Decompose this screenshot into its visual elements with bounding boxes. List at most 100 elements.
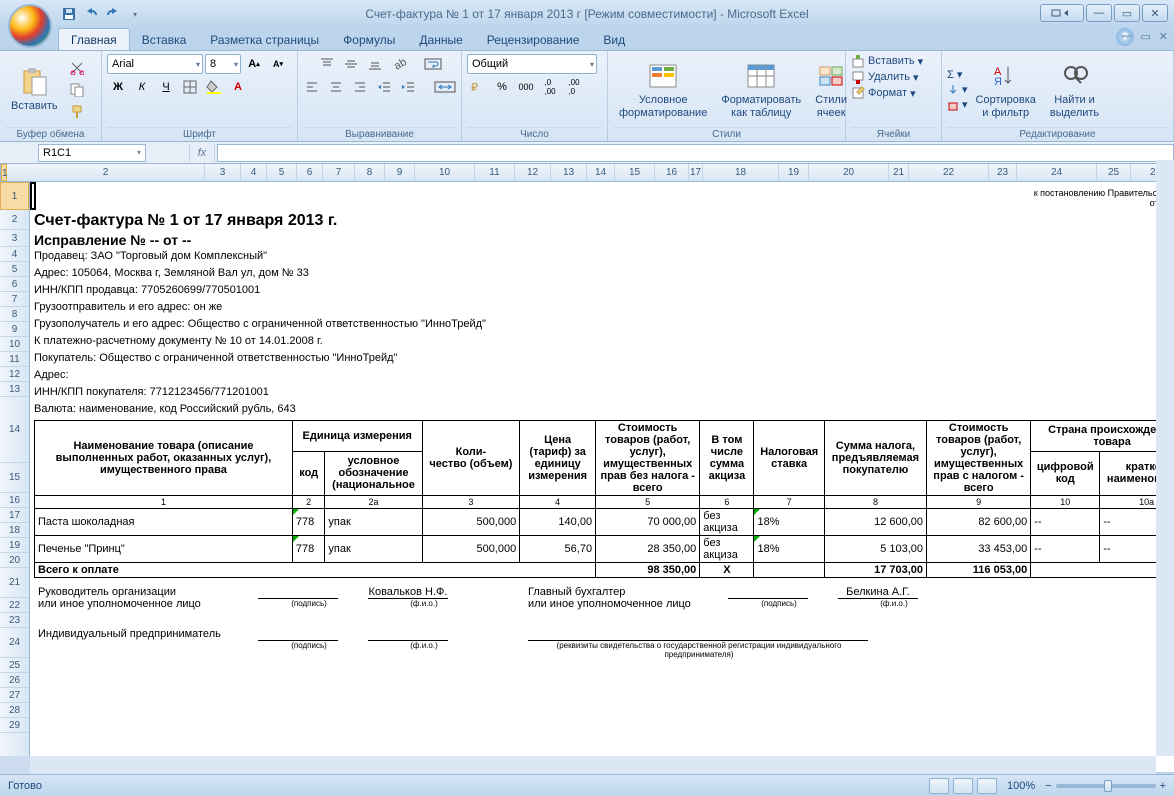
- col-header[interactable]: 25: [1097, 164, 1131, 181]
- font-color-icon[interactable]: A: [227, 77, 249, 97]
- bold-icon[interactable]: Ж: [107, 77, 129, 97]
- qat-dropdown-icon[interactable]: ▾: [126, 5, 144, 23]
- row-header[interactable]: 15: [0, 463, 29, 493]
- number-format-select[interactable]: Общий: [467, 54, 597, 74]
- row-header[interactable]: 19: [0, 538, 29, 553]
- col-header[interactable]: 13: [551, 164, 587, 181]
- format-painter-icon[interactable]: [66, 102, 88, 122]
- find-select-button[interactable]: Найти и выделить: [1044, 58, 1105, 120]
- align-right-icon[interactable]: [349, 77, 371, 97]
- conditional-format-button[interactable]: Условное форматирование: [613, 58, 713, 120]
- underline-icon[interactable]: Ч: [155, 77, 177, 97]
- tab-pagelayout[interactable]: Разметка страницы: [198, 29, 331, 50]
- zoom-out-button[interactable]: −: [1045, 780, 1051, 792]
- col-header[interactable]: 11: [475, 164, 515, 181]
- row-header[interactable]: 14: [0, 397, 29, 463]
- page-layout-view-button[interactable]: [953, 778, 973, 794]
- col-header[interactable]: 19: [779, 164, 809, 181]
- grow-font-icon[interactable]: A▴: [243, 54, 265, 74]
- row-header[interactable]: 12: [0, 367, 29, 382]
- indent-dec-icon[interactable]: [373, 77, 395, 97]
- inc-decimal-icon[interactable]: ,0,00: [539, 77, 561, 97]
- row-header[interactable]: 20: [0, 553, 29, 568]
- save-icon[interactable]: [60, 5, 78, 23]
- align-center-icon[interactable]: [325, 77, 347, 97]
- copy-icon[interactable]: [66, 80, 88, 100]
- col-header[interactable]: 4: [241, 164, 267, 181]
- font-name-select[interactable]: Arial: [107, 54, 203, 74]
- undo-icon[interactable]: [82, 5, 100, 23]
- row-header[interactable]: 10: [0, 337, 29, 352]
- font-size-select[interactable]: 8: [205, 54, 241, 74]
- zoom-in-button[interactable]: +: [1160, 780, 1166, 792]
- col-header[interactable]: 2: [7, 164, 205, 181]
- col-header[interactable]: 10: [415, 164, 475, 181]
- doc-restore-icon[interactable]: ▭: [1140, 30, 1150, 43]
- page-break-view-button[interactable]: [977, 778, 997, 794]
- clear-button[interactable]: ▾: [947, 98, 968, 111]
- col-header[interactable]: 22: [909, 164, 989, 181]
- col-header[interactable]: 24: [1017, 164, 1097, 181]
- indent-inc-icon[interactable]: [397, 77, 419, 97]
- format-table-button[interactable]: Форматировать как таблицу: [715, 58, 807, 120]
- tab-formulas[interactable]: Формулы: [331, 29, 407, 50]
- col-header[interactable]: 5: [267, 164, 297, 181]
- italic-icon[interactable]: К: [131, 77, 153, 97]
- row-header[interactable]: 21: [0, 568, 29, 598]
- insert-cells-button[interactable]: Вставить ▾: [851, 54, 923, 68]
- fx-icon[interactable]: fx: [189, 144, 215, 162]
- row-header[interactable]: 27: [0, 688, 29, 703]
- col-header[interactable]: 9: [385, 164, 415, 181]
- row-header[interactable]: 7: [0, 292, 29, 307]
- tab-home[interactable]: Главная: [58, 28, 130, 50]
- row-header[interactable]: 6: [0, 277, 29, 292]
- normal-view-button[interactable]: [929, 778, 949, 794]
- delete-cells-button[interactable]: Удалить ▾: [851, 70, 919, 84]
- col-header[interactable]: 6: [297, 164, 323, 181]
- tab-data[interactable]: Данные: [407, 29, 474, 50]
- col-header[interactable]: 8: [355, 164, 385, 181]
- col-header[interactable]: 7: [323, 164, 355, 181]
- zoom-slider[interactable]: [1056, 784, 1156, 788]
- cut-icon[interactable]: [66, 58, 88, 78]
- row-header[interactable]: 18: [0, 523, 29, 538]
- row-header[interactable]: 24: [0, 628, 29, 658]
- vertical-scrollbar[interactable]: [1156, 160, 1174, 756]
- row-header[interactable]: 11: [0, 352, 29, 367]
- format-cells-button[interactable]: Формат ▾: [851, 86, 916, 100]
- merge-icon[interactable]: [431, 77, 459, 97]
- align-middle-icon[interactable]: [340, 54, 362, 74]
- dec-decimal-icon[interactable]: ,00,0: [563, 77, 585, 97]
- col-header[interactable]: 20: [809, 164, 889, 181]
- col-header[interactable]: 16: [655, 164, 689, 181]
- wrap-text-icon[interactable]: [422, 54, 444, 74]
- maximize-button[interactable]: ▭: [1114, 4, 1140, 22]
- minimize-button[interactable]: —: [1086, 4, 1112, 22]
- close-button[interactable]: ✕: [1142, 4, 1168, 22]
- row-header[interactable]: 3: [0, 230, 29, 247]
- comma-icon[interactable]: 000: [515, 77, 537, 97]
- sheet-tabs[interactable]: [0, 756, 30, 774]
- office-button[interactable]: [8, 4, 52, 48]
- row-header[interactable]: 23: [0, 613, 29, 628]
- worksheet-grid[interactable]: 1234567891011121314151617181920212223242…: [0, 182, 1174, 772]
- col-header[interactable]: 15: [615, 164, 655, 181]
- ribbon-min-icon[interactable]: [1040, 4, 1084, 22]
- fill-button[interactable]: ▾: [947, 83, 968, 96]
- row-header[interactable]: 28: [0, 703, 29, 718]
- sort-filter-button[interactable]: АЯ Сортировка и фильтр: [970, 58, 1042, 120]
- name-box[interactable]: R1C1▾: [38, 144, 146, 162]
- align-bottom-icon[interactable]: [364, 54, 386, 74]
- horizontal-scrollbar[interactable]: [0, 756, 1156, 774]
- row-header[interactable]: 22: [0, 598, 29, 613]
- percent-icon[interactable]: %: [491, 77, 513, 97]
- col-header[interactable]: 21: [889, 164, 909, 181]
- row-header[interactable]: 1: [0, 182, 29, 210]
- redo-icon[interactable]: [104, 5, 122, 23]
- row-header[interactable]: 5: [0, 262, 29, 277]
- row-header[interactable]: 25: [0, 658, 29, 673]
- tab-view[interactable]: Вид: [591, 29, 637, 50]
- orientation-icon[interactable]: ab: [388, 54, 410, 74]
- border-icon[interactable]: [179, 77, 201, 97]
- tab-insert[interactable]: Вставка: [130, 29, 199, 50]
